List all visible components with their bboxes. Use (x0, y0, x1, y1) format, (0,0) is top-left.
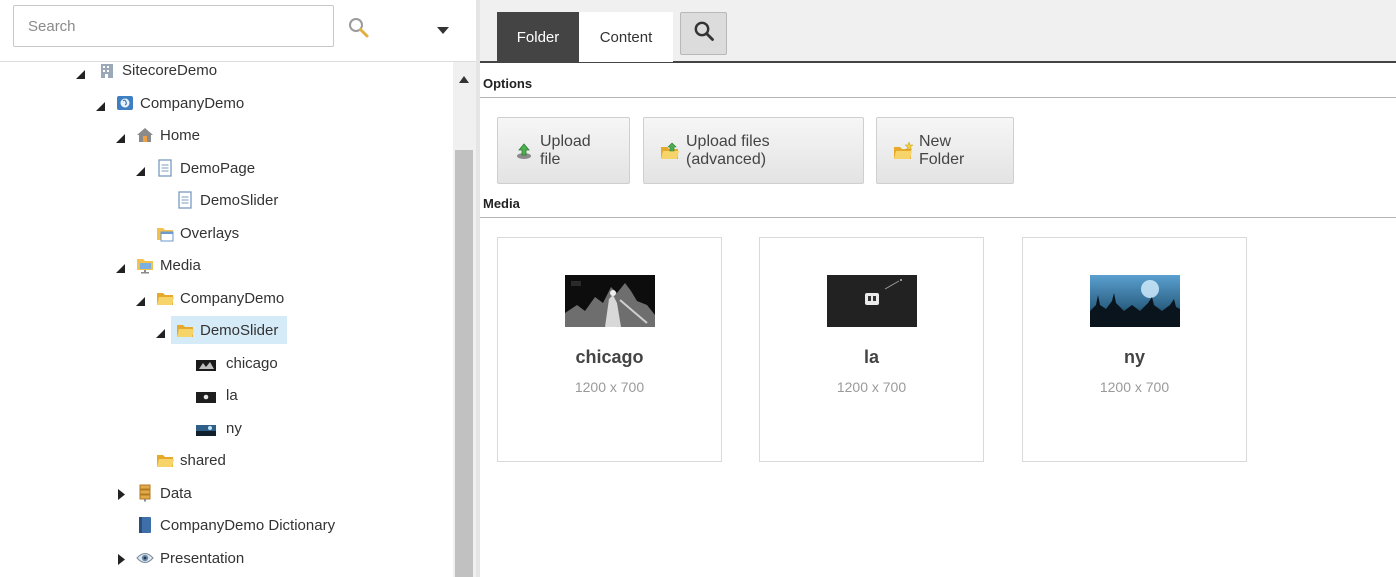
image-thumbnail-icon (196, 358, 216, 371)
collapse-toggle-icon[interactable] (116, 130, 126, 143)
collapse-toggle-icon[interactable] (136, 293, 146, 306)
tree-node-label: CompanyDemo (180, 289, 285, 307)
new-folder-button[interactable]: New Folder (876, 117, 1014, 184)
media-card-name: ny (1123, 347, 1145, 367)
search-tab-button[interactable] (680, 12, 727, 55)
database-icon (136, 484, 154, 502)
search-icon (693, 20, 715, 47)
content-tree: SitecoreDemo CompanyDemo Home DemoPage D… (0, 62, 453, 577)
folder-icon (176, 321, 194, 339)
media-card-name: la (863, 347, 879, 367)
collapse-toggle-icon[interactable] (96, 98, 106, 111)
tree-node-label: DemoSlider (200, 191, 279, 209)
tree-node-label: CompanyDemo (140, 94, 245, 112)
folder-icon (156, 451, 174, 469)
expand-toggle-icon[interactable] (118, 552, 128, 565)
tree-node-label: DemoSlider (200, 321, 279, 339)
tree-node-label: Media (160, 256, 201, 274)
search-input[interactable] (13, 5, 334, 47)
scrollbar-thumb[interactable] (455, 150, 473, 577)
tree-node-label: Overlays (180, 224, 240, 242)
media-library-icon (136, 256, 154, 274)
home-icon (136, 126, 154, 144)
tab-folder[interactable]: Folder (497, 12, 579, 62)
scroll-up-icon[interactable] (459, 71, 469, 83)
folder-icon (156, 289, 174, 307)
image-thumbnail (565, 275, 655, 327)
upload-file-label: Upload file (540, 132, 591, 168)
tree-node-presentation[interactable]: Presentation (136, 543, 253, 573)
app-window: SitecoreDemo CompanyDemo Home DemoPage D… (0, 0, 1396, 577)
image-thumbnail-icon (196, 423, 216, 436)
tree-node-demopage[interactable]: DemoPage (156, 153, 264, 183)
options-section-header: Options (480, 64, 1396, 98)
eye-icon (136, 549, 154, 567)
media-card-name: chicago (575, 347, 644, 367)
tree-node-media-companydemo[interactable]: CompanyDemo (156, 283, 293, 313)
search-icon[interactable] (347, 16, 371, 40)
media-card-la[interactable]: la 1200 x 700 (759, 237, 984, 462)
tree-node-shared[interactable]: shared (156, 445, 235, 475)
tree-node-label: shared (180, 451, 226, 469)
collapse-toggle-icon[interactable] (136, 163, 146, 176)
globe-icon (116, 94, 134, 112)
media-section-header: Media (480, 184, 1396, 218)
upload-icon (514, 141, 534, 161)
tree-node-demoslider-item[interactable]: DemoSlider (176, 185, 287, 215)
media-card-dimensions: 1200 x 700 (574, 379, 645, 395)
tree-node-label: Data (160, 484, 192, 502)
tree-node-label: Presentation (160, 549, 245, 567)
tree-node-chicago[interactable]: chicago (196, 348, 287, 378)
collapse-toggle-icon[interactable] (76, 66, 86, 79)
tree-node-label: DemoPage (180, 159, 256, 177)
search-dropdown-icon[interactable] (437, 22, 449, 34)
tree-node-sitecoredemo[interactable]: SitecoreDemo (98, 62, 226, 85)
tree-node-home[interactable]: Home (136, 120, 209, 150)
tree-node-companydemo[interactable]: CompanyDemo (116, 88, 253, 118)
overlay-folder-icon (156, 224, 174, 242)
media-card-dimensions: 1200 x 700 (836, 379, 907, 395)
tree-search-bar (0, 0, 476, 62)
tree-node-dictionary[interactable]: CompanyDemo Dictionary (136, 510, 344, 540)
book-icon (136, 516, 154, 534)
tree-node-label: Home (160, 126, 201, 144)
tab-content[interactable]: Content (579, 12, 673, 62)
collapse-toggle-icon[interactable] (156, 325, 166, 338)
tree-node-label: la (226, 386, 238, 404)
tree-node-label: SitecoreDemo (122, 62, 218, 79)
editor-tabbar: Folder Content (480, 0, 1396, 63)
collapse-toggle-icon[interactable] (116, 260, 126, 273)
tree-node-media-demoslider[interactable]: DemoSlider (171, 315, 288, 345)
upload-file-button[interactable]: Upload file (497, 117, 630, 184)
tree-node-data[interactable]: Data (136, 478, 201, 508)
building-icon (98, 62, 116, 79)
tree-node-label: CompanyDemo Dictionary (160, 516, 336, 534)
tree-node-la[interactable]: la (196, 380, 247, 410)
expand-toggle-icon[interactable] (118, 487, 128, 500)
new-folder-label: New Folder (919, 132, 965, 168)
document-icon (156, 159, 174, 177)
media-card-chicago[interactable]: chicago 1200 x 700 (497, 237, 722, 462)
document-icon (176, 191, 194, 209)
media-card-ny[interactable]: ny 1200 x 700 (1022, 237, 1247, 462)
image-thumbnail (1090, 275, 1180, 327)
content-tree-pane: SitecoreDemo CompanyDemo Home DemoPage D… (0, 0, 476, 577)
editor-pane: Folder Content Options Upload file Uploa… (480, 0, 1396, 577)
image-thumbnail-icon (196, 390, 216, 403)
tree-node-overlays[interactable]: Overlays (156, 218, 248, 248)
upload-folder-icon (660, 141, 680, 161)
tree-node-media[interactable]: Media (136, 250, 210, 280)
upload-files-advanced-button[interactable]: Upload files (advanced) (643, 117, 864, 184)
tree-node-ny[interactable]: ny (196, 413, 251, 443)
media-card-dimensions: 1200 x 700 (1099, 379, 1170, 395)
upload-files-advanced-label: Upload files (advanced) (686, 132, 770, 168)
image-thumbnail (827, 275, 917, 327)
tree-node-label: chicago (226, 354, 278, 372)
tree-node-label: ny (226, 419, 242, 437)
new-folder-icon (893, 140, 914, 161)
